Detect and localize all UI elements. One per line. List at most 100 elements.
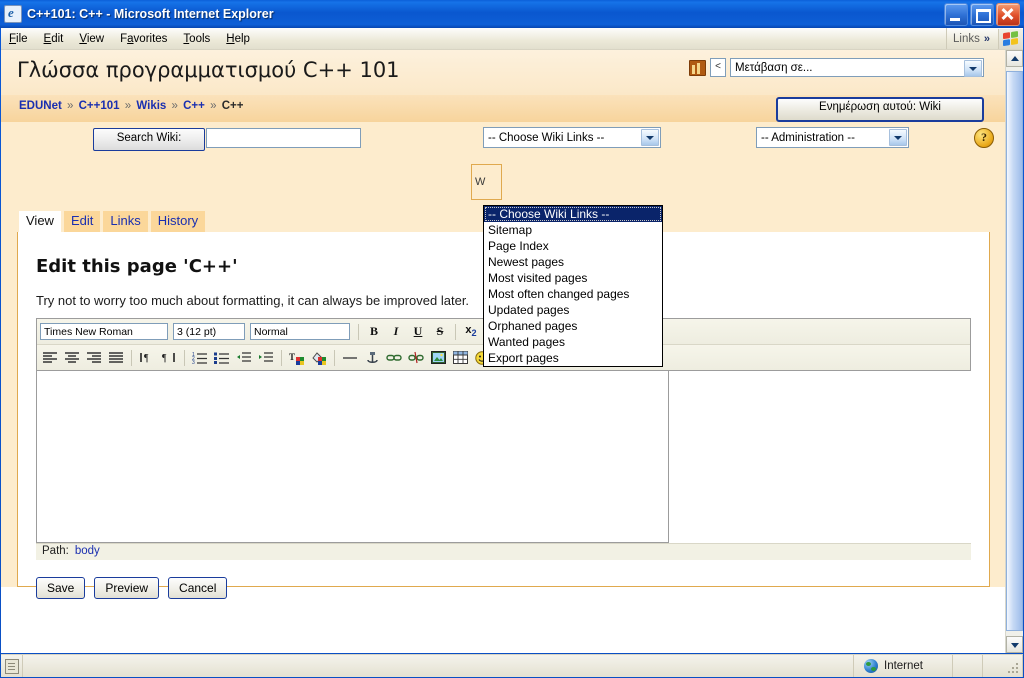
goto-select[interactable]: Μετάβαση σε... xyxy=(730,58,984,77)
align-right-icon[interactable] xyxy=(84,348,104,367)
breadcrumb-item-cpp[interactable]: C++ xyxy=(183,100,205,112)
links-button[interactable]: Links » xyxy=(946,28,996,49)
search-wiki-button[interactable]: Search Wiki: xyxy=(93,128,205,151)
path-value[interactable]: body xyxy=(69,545,100,557)
scrollbar-thumb[interactable] xyxy=(1006,71,1023,631)
anchor-icon[interactable] xyxy=(362,348,382,367)
wiki-links-select-value: -- Choose Wiki Links -- xyxy=(488,131,605,144)
menu-help[interactable]: Help xyxy=(218,31,258,47)
breadcrumb-bar: EDUNet » C++101 » Wikis » C++ » C++ Ενημ… xyxy=(1,95,1006,122)
save-button[interactable]: Save xyxy=(36,577,86,599)
paragraph-format-select[interactable]: Normal xyxy=(250,323,350,340)
ordered-list-icon[interactable]: 123 xyxy=(190,348,210,367)
tab-history[interactable]: History xyxy=(150,211,206,232)
chevron-down-icon xyxy=(133,325,147,338)
direction-ltr-icon[interactable]: ¶ xyxy=(137,348,157,367)
outdent-icon[interactable] xyxy=(234,348,254,367)
font-family-value: Times New Roman xyxy=(44,325,133,338)
resize-grip[interactable] xyxy=(1008,663,1020,675)
ie-document-icon xyxy=(4,5,22,23)
administration-select[interactable]: -- Administration -- xyxy=(756,127,909,148)
update-wiki-button[interactable]: Ενημέρωση αυτού: Wiki xyxy=(776,97,984,122)
editor-content-area[interactable] xyxy=(36,371,669,543)
status-message xyxy=(23,655,953,677)
dropdown-option-wanted-pages[interactable]: Wanted pages xyxy=(484,334,662,350)
wiki-links-dropdown-list[interactable]: -- Choose Wiki Links -- Sitemap Page Ind… xyxy=(483,205,663,367)
links-label: Links xyxy=(953,32,980,45)
dropdown-option-choose[interactable]: -- Choose Wiki Links -- xyxy=(484,206,662,222)
underline-icon[interactable]: U xyxy=(408,322,428,341)
unlink-icon[interactable] xyxy=(406,348,426,367)
window-title: C++101: C++ - Microsoft Internet Explore… xyxy=(27,7,274,21)
dropdown-option-orphaned-pages[interactable]: Orphaned pages xyxy=(484,318,662,334)
menu-favorites[interactable]: Favorites xyxy=(112,31,175,47)
dropdown-option-sitemap[interactable]: Sitemap xyxy=(484,222,662,238)
align-center-icon[interactable] xyxy=(62,348,82,367)
breadcrumb-item-cpp101[interactable]: C++101 xyxy=(79,100,120,112)
dropdown-option-most-often-changed-pages[interactable]: Most often changed pages xyxy=(484,286,662,302)
font-size-select[interactable]: 3 (12 pt) xyxy=(173,323,245,340)
goto-select-value: Μετάβαση σε... xyxy=(735,61,813,74)
windows-flag-logo xyxy=(998,28,1023,49)
breadcrumb-separator: » xyxy=(124,100,132,112)
toolbar-divider xyxy=(334,349,335,366)
strikethrough-icon[interactable]: S xyxy=(430,322,450,341)
book-icon[interactable] xyxy=(689,59,706,76)
unordered-list-icon[interactable] xyxy=(212,348,232,367)
breadcrumb-item-current: C++ xyxy=(221,100,244,112)
preview-button[interactable]: Preview xyxy=(94,577,160,599)
menu-tools[interactable]: Tools xyxy=(175,31,218,47)
wiki-links-select[interactable]: -- Choose Wiki Links -- xyxy=(483,127,661,148)
dropdown-option-most-visited-pages[interactable]: Most visited pages xyxy=(484,270,662,286)
scroll-down-button[interactable] xyxy=(1006,636,1023,653)
bold-icon[interactable]: B xyxy=(364,322,384,341)
wiki-secondary-select[interactable]: W xyxy=(471,164,502,200)
minimize-button[interactable] xyxy=(944,3,968,26)
indent-icon[interactable] xyxy=(256,348,276,367)
tab-edit[interactable]: Edit xyxy=(63,211,101,232)
align-left-icon[interactable] xyxy=(40,348,60,367)
close-button[interactable] xyxy=(996,3,1020,26)
dropdown-option-export-pages[interactable]: Export pages xyxy=(484,350,662,366)
toolbar-divider xyxy=(131,349,132,366)
vertical-scrollbar[interactable] xyxy=(1005,50,1023,653)
horizontal-rule-icon[interactable] xyxy=(340,348,360,367)
wiki-toolbar-secondary: W xyxy=(1,158,1006,210)
direction-rtl-icon[interactable]: ¶ xyxy=(159,348,179,367)
cancel-button[interactable]: Cancel xyxy=(168,577,228,599)
menu-file[interactable]: File xyxy=(1,31,36,47)
menu-view[interactable]: View xyxy=(71,31,112,47)
menu-bar-right: Links » xyxy=(946,28,1023,49)
breadcrumb-item-edunet[interactable]: EDUNet xyxy=(19,100,62,112)
status-bar: Internet xyxy=(1,654,1023,677)
flag-icon xyxy=(1003,30,1019,46)
insert-image-icon[interactable] xyxy=(428,348,448,367)
security-zone[interactable]: Internet xyxy=(853,655,1003,677)
align-justify-icon[interactable] xyxy=(106,348,126,367)
insert-table-icon[interactable] xyxy=(450,348,470,367)
tab-links[interactable]: Links xyxy=(103,211,148,232)
background-color-icon[interactable] xyxy=(309,348,329,367)
administration-select-value: -- Administration -- xyxy=(761,131,855,144)
chevron-right-icon: » xyxy=(983,32,990,45)
menu-edit[interactable]: Edit xyxy=(36,31,72,47)
page-title: Γλώσσα προγραμματισμού C++ 101 xyxy=(17,58,400,82)
form-button-row: Save Preview Cancel xyxy=(36,577,971,599)
dropdown-option-page-index[interactable]: Page Index xyxy=(484,238,662,254)
svg-text:3: 3 xyxy=(192,360,195,364)
search-input[interactable] xyxy=(206,128,361,148)
insert-link-icon[interactable] xyxy=(384,348,404,367)
text-color-icon[interactable]: T xyxy=(287,348,307,367)
tab-view[interactable]: View xyxy=(19,211,61,232)
italic-icon[interactable]: I xyxy=(386,322,406,341)
breadcrumb-item-wikis[interactable]: Wikis xyxy=(136,100,166,112)
help-icon[interactable]: ? xyxy=(974,128,994,148)
chevron-down-icon xyxy=(964,60,982,77)
font-family-select[interactable]: Times New Roman xyxy=(40,323,168,340)
dropdown-option-newest-pages[interactable]: Newest pages xyxy=(484,254,662,270)
maximize-button[interactable] xyxy=(970,3,994,26)
collapse-button[interactable]: < xyxy=(710,58,726,77)
dropdown-option-updated-pages[interactable]: Updated pages xyxy=(484,302,662,318)
scroll-up-button[interactable] xyxy=(1006,50,1023,67)
subscript-icon[interactable]: x2 xyxy=(461,322,481,341)
